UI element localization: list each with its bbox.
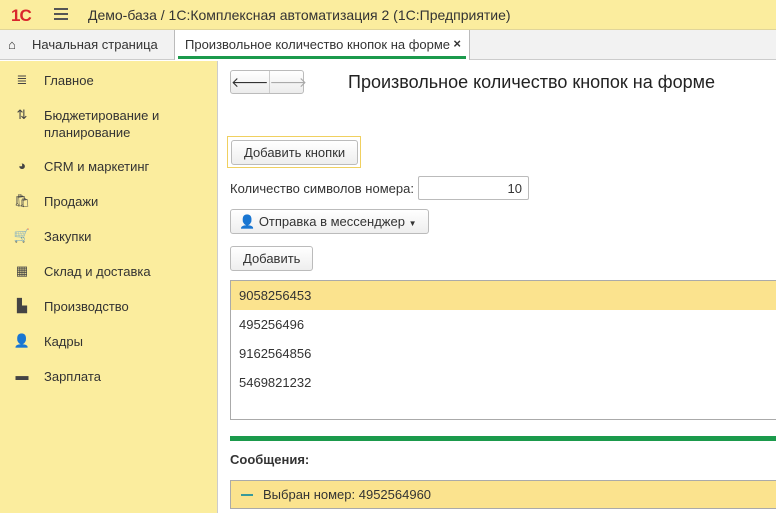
- cart-icon: 🛒: [13, 228, 31, 243]
- sidebar-item-crm[interactable]: ◕ CRM и маркетинг: [0, 158, 218, 175]
- chevron-down-icon: ▼: [408, 219, 417, 228]
- pie-chart-icon: ◕: [18, 158, 26, 173]
- message-item[interactable]: Выбран номер: 4952564960: [230, 480, 776, 509]
- sidebar-item-warehouse[interactable]: ▦ Склад и доставка: [0, 263, 218, 280]
- title-bar: 1С Демо-база / 1С:Комплексная автоматиза…: [0, 0, 776, 30]
- tab-form-label: Произвольное количество кнопок на форме: [185, 37, 451, 52]
- sidebar-item-hr[interactable]: 👤 Кадры: [0, 333, 218, 350]
- message-text: Выбран номер: 4952564960: [263, 487, 432, 502]
- sidebar-item-budgeting[interactable]: ⇅ Бюджетирование и планирование: [0, 107, 218, 141]
- sidebar-item-label: Закупки: [44, 229, 92, 244]
- sidebar-item-salary[interactable]: ▬ Зарплата: [0, 368, 218, 385]
- home-icon: ⌂: [8, 37, 16, 52]
- history-nav: 🡐 🡒: [230, 70, 307, 94]
- sidebar-item-label: Зарплата: [44, 369, 101, 384]
- sidebar-item-main[interactable]: ≣ Главное: [0, 72, 218, 89]
- messenger-label: Отправка в мессенджер: [258, 214, 405, 229]
- chart-icon: ⇅: [16, 107, 28, 122]
- sidebar-item-purchases[interactable]: 🛒 Закупки: [0, 228, 218, 245]
- 1c-logo: 1С: [11, 6, 32, 25]
- list-item[interactable]: 9162564856: [231, 339, 776, 368]
- messenger-icon: 👤: [239, 214, 256, 229]
- list-item[interactable]: 5469821232: [231, 368, 776, 397]
- page-title: Произвольное количество кнопок на форме: [348, 72, 715, 92]
- sidebar-item-label: Склад и доставка: [44, 264, 151, 279]
- factory-icon: ▙: [17, 298, 27, 313]
- forward-button[interactable]: 🡒: [268, 71, 307, 93]
- close-icon[interactable]: ×: [453, 36, 461, 51]
- collapse-icon[interactable]: [241, 494, 253, 496]
- tab-home-label: Начальная страница: [32, 37, 158, 52]
- sidebar-item-label: CRM и маркетинг: [44, 159, 150, 174]
- sidebar-item-label: Бюджетирование и планирование: [44, 108, 160, 140]
- sidebar-item-label: Производство: [44, 299, 129, 314]
- messages-heading: Сообщения:: [230, 452, 310, 467]
- sidebar: ≣ Главное ⇅ Бюджетирование и планирование …: [0, 61, 218, 513]
- tab-bar: ⌂ Начальная страница Произвольное количес…: [0, 30, 776, 60]
- tab-form[interactable]: Произвольное количество кнопок на форме ×: [174, 30, 470, 60]
- numbers-list[interactable]: 9058256453 495256496 9162564856 54698212…: [230, 280, 776, 420]
- tab-home[interactable]: ⌂ Начальная страница: [0, 30, 173, 60]
- list-item[interactable]: 495256496: [231, 310, 776, 339]
- sidebar-item-label: Кадры: [44, 334, 83, 349]
- card-icon: ▬: [15, 368, 29, 383]
- list-icon: ≣: [16, 72, 28, 87]
- shopping-bag-icon: 🛍: [13, 193, 31, 208]
- add-button[interactable]: Добавить: [230, 246, 314, 271]
- menu-icon[interactable]: [54, 8, 68, 20]
- list-item[interactable]: 9058256453: [231, 281, 776, 310]
- add-buttons-button[interactable]: Добавить кнопки: [231, 140, 359, 165]
- sidebar-item-production[interactable]: ▙ Производство: [0, 298, 218, 315]
- messages-divider: [230, 436, 776, 441]
- person-icon: 👤: [13, 333, 31, 348]
- back-button[interactable]: 🡐: [231, 71, 269, 93]
- window-title: Демо-база / 1С:Комплексная автоматизация…: [88, 7, 511, 23]
- digits-input[interactable]: 10: [418, 176, 529, 200]
- warehouse-icon: ▦: [15, 263, 29, 278]
- sidebar-item-label: Главное: [44, 73, 94, 88]
- digits-label: Количество символов номера:: [230, 181, 414, 196]
- messenger-dropdown-button[interactable]: 👤 Отправка в мессенджер ▼: [230, 209, 430, 234]
- sidebar-item-label: Продажи: [44, 194, 99, 209]
- sidebar-item-sales[interactable]: 🛍 Продажи: [0, 193, 218, 210]
